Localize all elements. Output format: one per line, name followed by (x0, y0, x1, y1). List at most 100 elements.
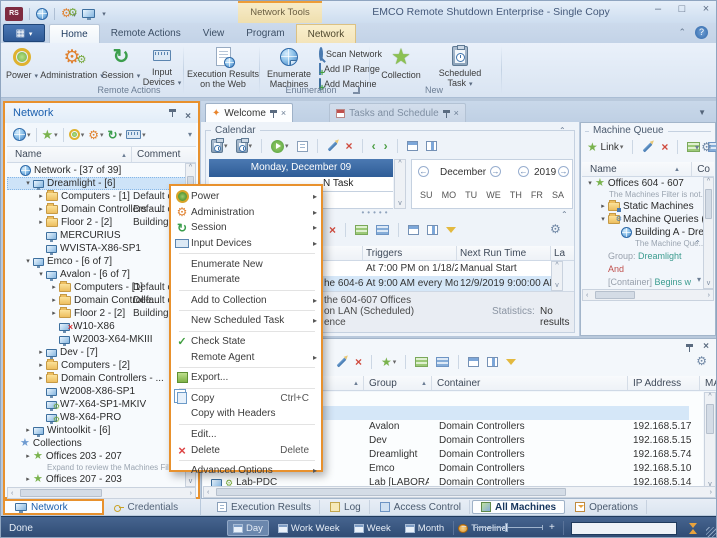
settings-gear-icon[interactable]: ⚙ (550, 222, 561, 236)
column-comment[interactable]: Co (697, 162, 710, 177)
pin-icon[interactable] (443, 109, 450, 118)
collapse-icon[interactable]: ▾ (23, 255, 33, 268)
session-icon[interactable]: ↻▾ (105, 126, 124, 144)
tree-item-domain-controlle[interactable]: ▸Domain Controlle...Default c (7, 294, 187, 307)
horizontal-scrollbar[interactable]: ‹ › (7, 487, 196, 499)
save-layout-icon[interactable] (466, 353, 481, 371)
ribbon-button-administration[interactable]: ⚙Administration ▾ (43, 45, 101, 89)
resize-grip[interactable] (706, 527, 716, 537)
document-tab-welcome[interactable]: ✦Welcome× (205, 103, 293, 122)
link-button[interactable]: ★ Link▾ (585, 138, 625, 156)
machine-queue-column-header[interactable]: Name ▲ Co (582, 162, 714, 177)
menu-item-edit[interactable]: Edit... (173, 427, 319, 443)
ribbon-button-add-ip-range[interactable]: Add IP Range (319, 62, 380, 76)
tree-item-mercurius[interactable]: MERCURIUS (7, 229, 187, 242)
tree-item-w2003-x64-mkiii[interactable]: W2003-X64-MKIII (7, 333, 187, 346)
expand-filter-icon[interactable]: ▾ (697, 275, 701, 284)
collapse-tasks-icon[interactable]: ⌃ (561, 210, 568, 219)
customize-arrow-icon[interactable]: ▾ (102, 10, 106, 18)
goto-date-icon[interactable] (405, 137, 420, 155)
choose-columns-icon[interactable] (425, 221, 440, 239)
expand-icon[interactable]: ▸ (36, 190, 46, 203)
menu-item-copy[interactable]: CopyCtrl+C (173, 391, 319, 407)
menu-item-remote-agent[interactable]: Remote Agent▸ (173, 349, 319, 365)
save-layout-icon[interactable] (406, 221, 421, 239)
tree-item-building-a-drea[interactable]: Building A - Drea... (582, 226, 704, 239)
next-month-icon[interactable]: → (490, 166, 501, 177)
close-tab-icon[interactable]: × (281, 108, 286, 118)
column-container[interactable]: Container (437, 376, 480, 391)
minimize-ribbon-icon[interactable]: ⌃ (678, 27, 686, 38)
view-button-work-week[interactable]: Work Week (273, 520, 345, 536)
pin-icon[interactable] (686, 343, 693, 352)
task-list-icon[interactable] (295, 137, 310, 155)
delete-icon[interactable]: × (327, 221, 338, 239)
menu-item-copy-with-headers[interactable]: Copy with Headers (173, 406, 319, 422)
collapse-calendar-icon[interactable]: ⌃ (559, 126, 566, 135)
tree-item-domain-controllers[interactable]: ▸Domain Controllers - ... (7, 372, 187, 385)
ribbon-button-scan-network[interactable]: Scan Network (319, 47, 382, 61)
column-comment[interactable]: Comment (137, 147, 180, 163)
tree-item-avalon-6-of-7[interactable]: ▾Avalon - [6 of 7] (7, 268, 187, 281)
collection-icon[interactable]: ★▾ (40, 126, 60, 144)
pin-icon[interactable] (169, 108, 176, 117)
filter-icon[interactable] (504, 353, 518, 371)
close-tab-icon[interactable]: × (454, 108, 459, 118)
next-year-icon[interactable]: → (558, 166, 569, 177)
tab-list-dropdown-icon[interactable]: ▼ (698, 108, 706, 117)
ribbon-tab-network[interactable]: Network (296, 24, 357, 43)
menu-item-input-devices[interactable]: Input Devices▸ (173, 236, 319, 252)
settings-gear-icon[interactable]: ⚙ (696, 354, 707, 368)
previous-year-icon[interactable]: ← (518, 166, 529, 177)
expand-icon[interactable]: ▸ (36, 203, 46, 216)
application-menu-button[interactable]: ▦ ▾ (3, 24, 45, 42)
tree-item-collections[interactable]: ★Collections (7, 437, 187, 450)
tree-item-computers-2[interactable]: ▸Computers - [2] (7, 359, 187, 372)
expand-icon[interactable]: ▸ (49, 307, 59, 320)
bottom-tab-all-machines[interactable]: All Machines (472, 500, 565, 514)
edit-icon[interactable] (640, 138, 655, 156)
tree-item-w8-x64-pro[interactable]: W8-X64-PRO (7, 411, 187, 424)
panel-tab-network[interactable]: Network (3, 499, 104, 515)
tree-item-floor-2-2[interactable]: ▸Floor 2 - [2]Building (7, 216, 187, 229)
menu-item-advanced-options[interactable]: Advanced Options▸ (173, 463, 319, 479)
ribbon-tab-home[interactable]: Home (49, 24, 100, 43)
expand-icon[interactable]: ▸ (36, 346, 46, 359)
expand-icon[interactable]: ▸ (23, 424, 33, 437)
filter-icon[interactable] (444, 221, 458, 239)
remote-desktop-icon[interactable] (82, 9, 95, 18)
ribbon-button-scheduled-task[interactable]: ScheduledTask ▾ (433, 45, 487, 89)
column-next-run-time[interactable]: Next Run Time (460, 246, 526, 261)
menu-item-enumerate[interactable]: Enumerate (173, 272, 319, 288)
collapse-icon[interactable]: ▾ (598, 213, 608, 226)
close-panel-icon[interactable]: × (703, 341, 709, 352)
view-button-week[interactable]: Week (349, 520, 396, 536)
ribbon-button-input-devices[interactable]: InputDevices ▾ (141, 45, 183, 89)
expand-icon[interactable]: ▸ (23, 473, 33, 486)
add-to-collection-icon[interactable]: ★▾ (379, 353, 398, 371)
panel-tab-credentials[interactable]: Credentials (104, 499, 201, 515)
collapse-icon[interactable]: ▾ (23, 177, 33, 190)
ribbon-tab-program[interactable]: Program (235, 24, 295, 43)
tree-item-offices-604-607[interactable]: ▾★Offices 604 - 607 (582, 177, 704, 190)
expand-icon[interactable]: ▸ (36, 216, 46, 229)
expand-icon[interactable]: ▸ (36, 372, 46, 385)
run-task-icon[interactable]: ▾ (269, 137, 291, 155)
calendar-day-header[interactable]: Monday, December 09 (209, 159, 393, 177)
vertical-scrollbar[interactable]: ^ v (703, 177, 714, 289)
maximize-icon[interactable]: □ (674, 3, 690, 15)
ribbon-button-collection[interactable]: ★Collection (375, 45, 427, 89)
ribbon-button-execution-results-on-the-web[interactable]: Execution Resultson the Web (187, 45, 259, 89)
menu-item-add-to-collection[interactable]: Add to Collection▸ (173, 293, 319, 309)
ribbon-button-session[interactable]: ↻Session ▾ (103, 45, 139, 89)
delete-icon[interactable]: × (659, 138, 670, 156)
column-name[interactable]: Name (7, 149, 42, 160)
tree-item-wintoolkit-6[interactable]: ▸Wintoolkit - [6] (7, 424, 187, 437)
bottom-tab-log[interactable]: Log (322, 500, 370, 514)
view-button-month[interactable]: Month (400, 520, 449, 536)
tree-item-machine-queries-net[interactable]: ▾Machine Queries (Net... (582, 213, 704, 226)
zoom-out-icon[interactable]: − (461, 522, 467, 533)
menu-item-export[interactable]: Export... (173, 370, 319, 386)
tree-item-w10-x86[interactable]: W10-X86 (7, 320, 187, 333)
zoom-slider[interactable] (473, 527, 543, 528)
